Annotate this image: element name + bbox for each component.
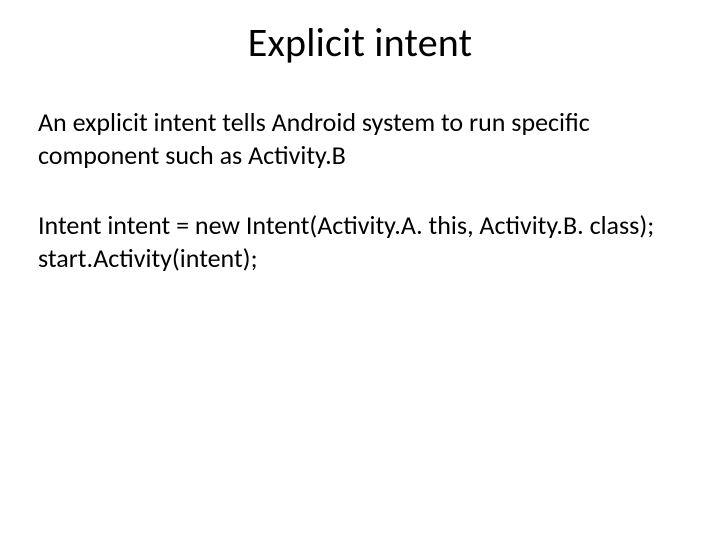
slide: Explicit intent An explicit intent tells… <box>0 0 720 540</box>
code-line-2: start.Activity(intent); <box>38 242 682 275</box>
code-line-1: Intent intent = new Intent(Activity.A. t… <box>38 209 682 242</box>
spacer <box>38 171 682 209</box>
slide-body: An explicit intent tells Android system … <box>38 106 682 274</box>
intro-text: An explicit intent tells Android system … <box>38 106 682 171</box>
slide-title: Explicit intent <box>0 18 720 67</box>
